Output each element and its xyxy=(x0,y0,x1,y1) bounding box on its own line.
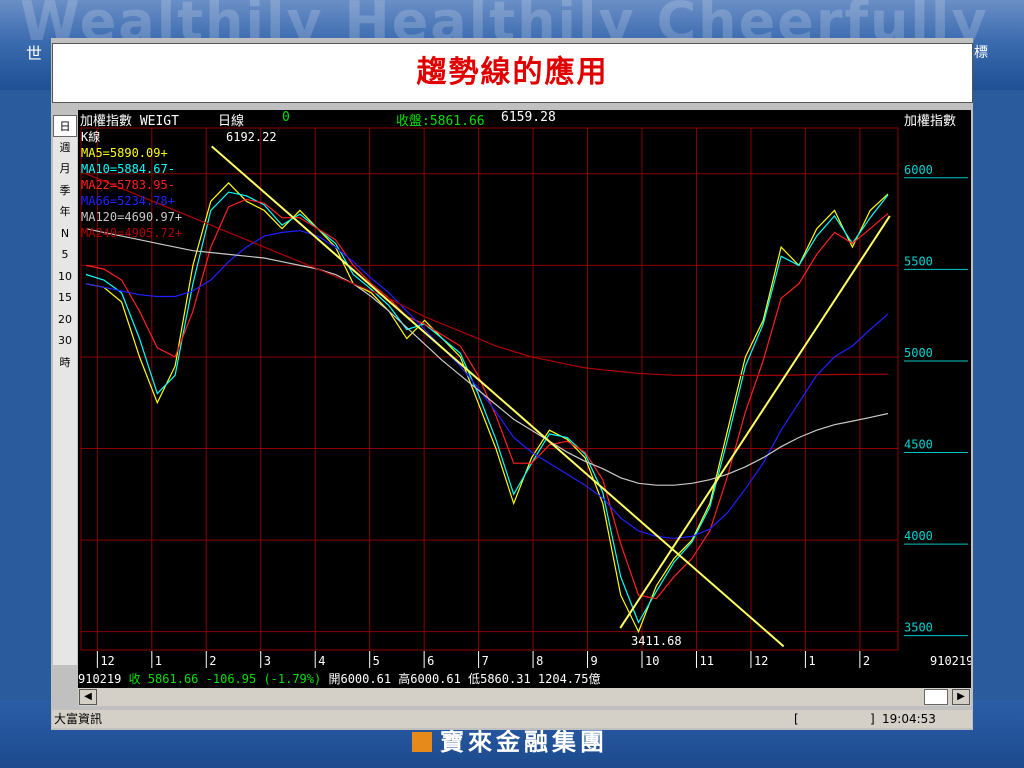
x-tick-label: 10 xyxy=(645,654,659,668)
y-tick-label: 4500 xyxy=(904,438,933,452)
y-tick-label: 4000 xyxy=(904,529,933,543)
sidebar-period-6[interactable]: 5 xyxy=(53,244,77,266)
chart-period: 日線 xyxy=(218,114,245,129)
y-tick-label: 6000 xyxy=(904,163,933,177)
legend-item: MA66=5234.78+ xyxy=(81,194,175,208)
info-volume: 1204.75億 xyxy=(537,672,601,686)
info-date: 910219 xyxy=(78,672,122,686)
x-tick-label: 1 xyxy=(155,654,162,668)
legend-item: MA10=5884.67- xyxy=(81,162,175,176)
x-tick-label: 6 xyxy=(427,654,434,668)
stock-chart: 6000 5500 5000 4500 4000 3500 K線 MA5=5890.09+ MA… xyxy=(78,110,971,670)
sidebar-period-11[interactable]: 時 xyxy=(53,352,77,374)
y-tick-label: 5000 xyxy=(904,346,933,360)
info-low: 低5860.31 xyxy=(468,672,531,686)
legend-item: MA120=4690.97+ xyxy=(81,210,182,224)
info-high: 高6000.61 xyxy=(398,672,461,686)
x-tick-label: 12 xyxy=(100,654,114,668)
x-tick-label: 8 xyxy=(536,654,543,668)
chart-close-label: 收盤:5861.66 xyxy=(396,114,485,129)
info-open: 開6000.61 xyxy=(328,672,392,686)
x-tick-label: 2 xyxy=(209,654,216,668)
info-change: -106.95 (-1.79%) xyxy=(205,672,322,686)
x-date-code: 910219 xyxy=(930,654,971,668)
status-mid2: ] xyxy=(870,712,875,726)
slide-left-fragment: 世 xyxy=(26,44,43,63)
sidebar-period-5[interactable]: N xyxy=(53,223,77,245)
info-bar: 910219 收 5861.66 -106.95 (-1.79%) 開6000.… xyxy=(78,670,971,688)
scroll-right-icon[interactable]: ▶ xyxy=(952,689,970,705)
period-sidebar: 日週月季年 N 5 10 15 20 30 時 xyxy=(53,115,77,665)
legend-item: MA22=5783.95- xyxy=(81,178,175,192)
chart-value2: 6159.28 xyxy=(501,110,556,125)
annotation-high: 6192.22 xyxy=(226,130,277,144)
x-tick-label: 12 xyxy=(754,654,768,668)
chart-right-title: 加權指數 xyxy=(904,114,957,129)
legend-item: MA240=4905.72+ xyxy=(81,226,182,240)
legend-item: MA5=5890.09+ xyxy=(81,146,168,160)
chart-index-name: 加權指數 WEIGT xyxy=(80,114,179,129)
sidebar-period-9[interactable]: 20 xyxy=(53,309,77,331)
scroll-thumb[interactable] xyxy=(924,689,948,705)
sidebar-period-7[interactable]: 10 xyxy=(53,266,77,288)
legend-item: K線 xyxy=(81,129,100,144)
sidebar-period-4[interactable]: 年 xyxy=(53,201,77,223)
chart-zero: 0 xyxy=(282,110,290,125)
status-time: 19:04:53 xyxy=(882,712,936,726)
sidebar-period-1[interactable]: 週 xyxy=(53,137,77,159)
x-tick-label: 2 xyxy=(863,654,870,668)
sidebar-period-3[interactable]: 季 xyxy=(53,180,77,202)
x-tick-label: 1 xyxy=(808,654,815,668)
sidebar-period-10[interactable]: 30 xyxy=(53,330,77,352)
y-tick-label: 3500 xyxy=(904,621,933,635)
x-tick-label: 3 xyxy=(264,654,271,668)
x-tick-label: 9 xyxy=(591,654,598,668)
sidebar-period-8[interactable]: 15 xyxy=(53,287,77,309)
annotation-low: 3411.68 xyxy=(631,634,682,648)
info-close: 收 5861.66 xyxy=(128,672,199,686)
x-tick-label: 11 xyxy=(699,654,713,668)
status-bar: 大富資訊 [ ] 19:04:53 xyxy=(52,710,972,728)
sidebar-period-2[interactable]: 月 xyxy=(53,158,77,180)
x-tick-label: 7 xyxy=(482,654,489,668)
logo-square-icon xyxy=(412,732,432,752)
y-tick-label: 5500 xyxy=(904,254,933,268)
slide-title-box: 趨勢線的應用 xyxy=(52,43,973,103)
x-tick-label: 4 xyxy=(318,654,325,668)
sidebar-period-0[interactable]: 日 xyxy=(53,115,77,137)
slide-title: 趨勢線的應用 xyxy=(416,55,609,90)
horizontal-scrollbar[interactable]: ◀ ▶ xyxy=(78,688,971,706)
trendline-0 xyxy=(211,145,785,648)
scroll-left-icon[interactable]: ◀ xyxy=(79,689,97,705)
chart-svg: 6000 5500 5000 4500 4000 3500 K線 MA5=5890.09+ MA… xyxy=(78,127,971,670)
footer-logo-text: 寶來金融集團 xyxy=(440,728,608,756)
slide-right-fragment: 標 xyxy=(974,45,988,61)
status-left: 大富資訊 xyxy=(54,712,103,726)
status-mid: [ xyxy=(794,712,799,726)
x-tick-label: 5 xyxy=(373,654,380,668)
